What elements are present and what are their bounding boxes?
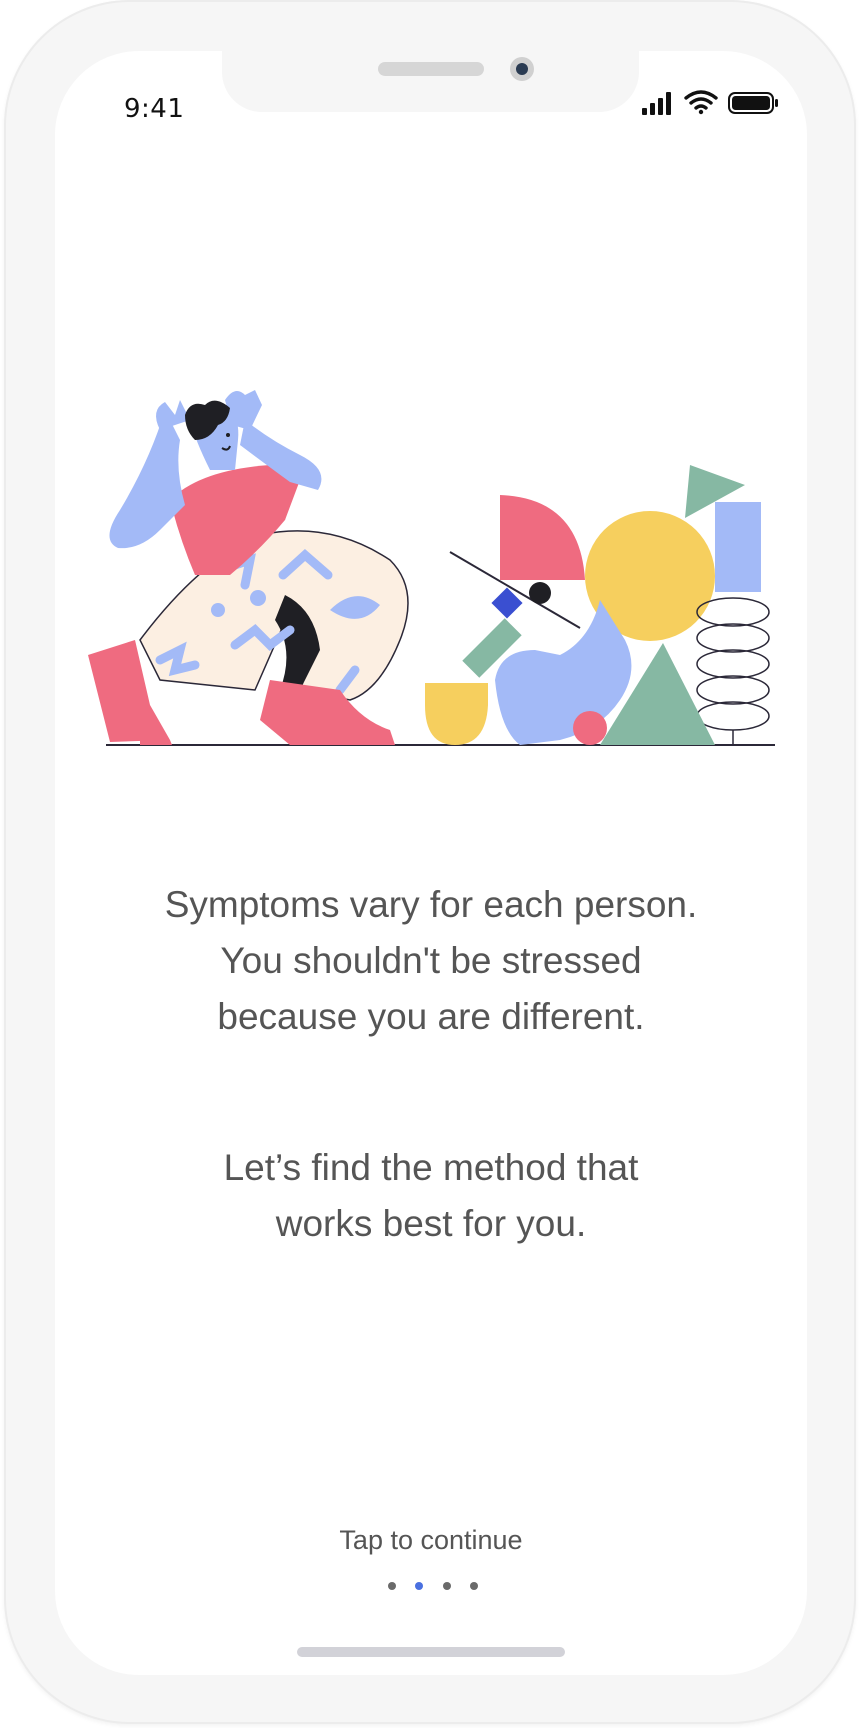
camera-overlay — [510, 57, 534, 81]
stressed-person-with-shapes-illustration — [88, 390, 775, 746]
message-line-1: Symptoms vary for each person. — [164, 884, 698, 925]
app-screen[interactable] — [55, 51, 807, 1675]
pagination-dot-4[interactable] — [469, 1582, 478, 1590]
pagination-dots — [388, 1581, 478, 1591]
tap-to-continue-button[interactable]: Tap to continue — [231, 1525, 631, 1556]
message-line-2: You shouldn't be stressed — [220, 940, 642, 981]
status-time: 9:41 — [124, 94, 185, 124]
status-icons — [642, 90, 778, 115]
cellular-signal-icon — [642, 92, 671, 115]
message-line-3: because you are different. — [217, 996, 645, 1037]
screen-notch — [222, 51, 639, 112]
pagination-dot-3[interactable] — [442, 1582, 451, 1590]
secondary-line-2: works best for you. — [275, 1203, 587, 1244]
battery-icon — [728, 92, 778, 114]
secondary-line-1: Let’s find the method that — [223, 1147, 639, 1188]
home-indicator[interactable] — [297, 1647, 565, 1657]
onboarding-message: Symptoms vary for each person. You shoul… — [91, 877, 771, 1045]
pagination-dot-1[interactable] — [388, 1582, 396, 1590]
onboarding-secondary-message: Let’s find the method that works best fo… — [91, 1140, 771, 1252]
pagination-dot-2-active[interactable] — [415, 1582, 424, 1590]
speaker-grille-overlay — [378, 62, 484, 76]
wifi-icon — [684, 90, 718, 115]
